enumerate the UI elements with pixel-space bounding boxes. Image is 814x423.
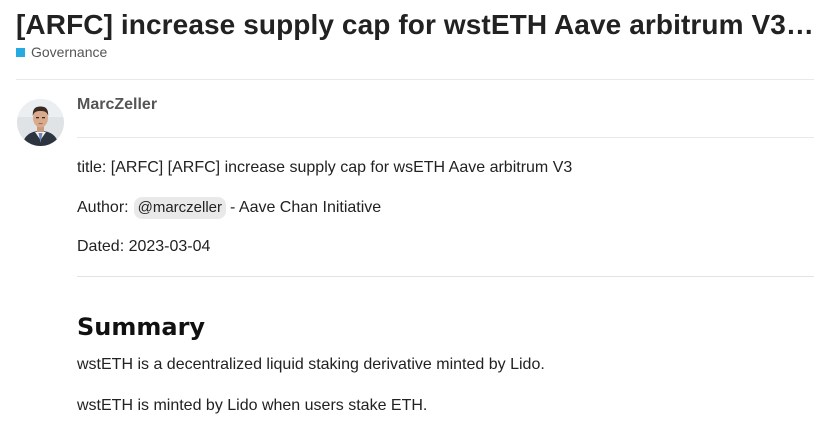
- category-label: Governance: [31, 44, 108, 60]
- avatar[interactable]: [17, 99, 64, 146]
- summary-paragraph: wstETH is minted by Lido when users stak…: [77, 397, 428, 414]
- summary-heading: Summary: [77, 313, 206, 341]
- author-suffix: - Aave Chan Initiative: [230, 199, 382, 216]
- post-body-divider: [77, 276, 814, 277]
- header-divider: [16, 79, 814, 80]
- post-dated-line: Dated: 2023-03-04: [77, 238, 211, 255]
- author-prefix: Author:: [77, 199, 129, 216]
- author-mention-link[interactable]: @marczeller: [133, 197, 226, 219]
- post-author-line: Author: @marczeller - Aave Chan Initiati…: [77, 197, 381, 219]
- category-badge[interactable]: Governance: [16, 44, 107, 60]
- summary-paragraph: wstETH is a decentralized liquid staking…: [77, 356, 545, 373]
- category-color-swatch: [16, 47, 25, 57]
- post-title-line: title: [ARFC] [ARFC] increase supply cap…: [77, 159, 573, 176]
- post-author-username[interactable]: MarcZeller: [77, 96, 157, 114]
- topic-title[interactable]: [ARFC] increase supply cap for wstETH Aa…: [16, 7, 814, 43]
- user-avatar-photo-icon: [17, 99, 64, 146]
- post-meta-divider: [77, 137, 814, 138]
